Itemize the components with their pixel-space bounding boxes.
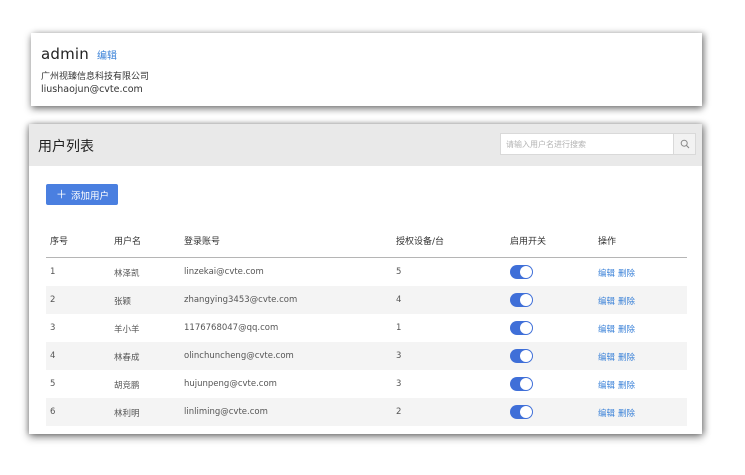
cell-devices: 4	[396, 295, 402, 305]
edit-user-link[interactable]: 编辑	[598, 267, 615, 279]
delete-user-link[interactable]: 删除	[618, 267, 635, 279]
user-table: 序号 用户名 登录账号 授权设备/台 启用开关 操作 1 林泽凯 linzeka…	[46, 224, 687, 426]
add-user-label: 添加用户	[71, 190, 110, 202]
add-user-button[interactable]: ＋ 添加用户	[46, 184, 118, 205]
delete-user-link[interactable]: 删除	[618, 323, 635, 335]
column-header-account: 登录账号	[184, 237, 221, 247]
cell-account: linzekai@cvte.com	[184, 267, 264, 277]
panel-header: 用户列表	[29, 124, 702, 166]
enable-toggle[interactable]	[510, 321, 533, 335]
toggle-knob	[520, 406, 532, 418]
cell-devices: 5	[396, 267, 402, 277]
delete-user-link[interactable]: 删除	[618, 351, 635, 363]
enable-toggle[interactable]	[510, 405, 533, 419]
profile-name-row: admin 编辑	[41, 45, 117, 65]
column-header-enabled: 启用开关	[510, 237, 547, 247]
edit-user-link[interactable]: 编辑	[598, 407, 615, 419]
edit-user-link[interactable]: 编辑	[598, 379, 615, 391]
toggle-knob	[520, 322, 532, 334]
column-header-actions: 操作	[598, 237, 617, 247]
cell-index: 1	[50, 267, 56, 277]
page-title: 用户列表	[38, 139, 94, 155]
table-row: 1 林泽凯 linzekai@cvte.com 5 编辑 删除	[46, 258, 687, 286]
cell-username: 胡竞鹏	[114, 381, 140, 391]
cell-username: 张颖	[114, 297, 132, 307]
cell-index: 5	[50, 379, 56, 389]
edit-user-link[interactable]: 编辑	[598, 295, 615, 307]
cell-username: 林春成	[114, 353, 140, 363]
cell-devices: 3	[396, 351, 402, 361]
table-row: 5 胡竞鹏 hujunpeng@cvte.com 3 编辑 删除	[46, 370, 687, 398]
cell-username: 羊小羊	[114, 325, 140, 335]
edit-profile-link[interactable]: 编辑	[97, 47, 117, 62]
page: admin 编辑 广州视臻信息科技有限公司 liushaojun@cvte.co…	[0, 0, 745, 475]
delete-user-link[interactable]: 删除	[618, 407, 635, 419]
delete-user-link[interactable]: 删除	[618, 379, 635, 391]
enable-toggle[interactable]	[510, 349, 533, 363]
cell-devices: 1	[396, 323, 402, 333]
profile-company: 广州视臻信息科技有限公司	[41, 72, 150, 82]
cell-devices: 2	[396, 407, 402, 417]
table-row: 3 羊小羊 1176768047@qq.com 1 编辑 删除	[46, 314, 687, 342]
column-header-username: 用户名	[114, 237, 142, 247]
cell-username: 林泽凯	[114, 269, 140, 279]
toggle-knob	[520, 266, 532, 278]
cell-devices: 3	[396, 379, 402, 389]
search-icon	[680, 139, 689, 149]
cell-index: 3	[50, 323, 56, 333]
column-header-devices: 授权设备/台	[396, 237, 445, 247]
profile-name: admin	[41, 45, 89, 63]
cell-account: olinchuncheng@cvte.com	[184, 351, 294, 361]
plus-icon: ＋	[56, 188, 67, 201]
cell-username: 林利明	[114, 409, 140, 419]
cell-account: zhangying3453@cvte.com	[184, 295, 298, 305]
enable-toggle[interactable]	[510, 265, 533, 279]
column-header-index: 序号	[50, 237, 69, 247]
table-row: 4 林春成 olinchuncheng@cvte.com 3 编辑 删除	[46, 342, 687, 370]
edit-user-link[interactable]: 编辑	[598, 351, 615, 363]
cell-index: 2	[50, 295, 56, 305]
toggle-knob	[520, 294, 532, 306]
cell-account: 1176768047@qq.com	[184, 323, 279, 333]
user-list-panel: 用户列表 ＋ 添加用户 序号 用户名 登录账号 授权设备/台 启用开关 操作	[29, 124, 702, 434]
enable-toggle[interactable]	[510, 377, 533, 391]
toggle-knob	[520, 350, 532, 362]
table-row: 2 张颖 zhangying3453@cvte.com 4 编辑 删除	[46, 286, 687, 314]
cell-account: linliming@cvte.com	[184, 407, 268, 417]
enable-toggle[interactable]	[510, 293, 533, 307]
cell-index: 4	[50, 351, 56, 361]
cell-account: hujunpeng@cvte.com	[184, 379, 277, 389]
delete-user-link[interactable]: 删除	[618, 295, 635, 307]
cell-index: 6	[50, 407, 56, 417]
search-button[interactable]	[674, 133, 696, 155]
table-row: 6 林利明 linliming@cvte.com 2 编辑 删除	[46, 398, 687, 426]
toggle-knob	[520, 378, 532, 390]
table-header: 序号 用户名 登录账号 授权设备/台 启用开关 操作	[46, 224, 687, 258]
edit-user-link[interactable]: 编辑	[598, 323, 615, 335]
search-input[interactable]	[500, 133, 674, 155]
profile-email: liushaojun@cvte.com	[41, 84, 143, 95]
profile-card: admin 编辑 广州视臻信息科技有限公司 liushaojun@cvte.co…	[31, 33, 702, 106]
